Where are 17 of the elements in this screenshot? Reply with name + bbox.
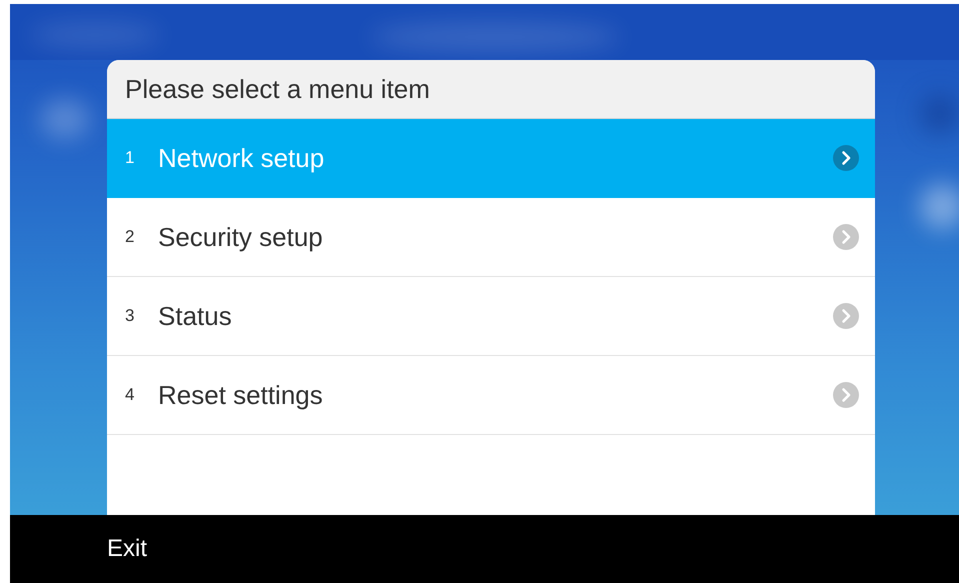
item-number: 4 bbox=[125, 385, 136, 405]
item-number: 2 bbox=[125, 227, 136, 247]
item-number: 3 bbox=[125, 306, 136, 326]
item-label: Security setup bbox=[158, 222, 324, 252]
item-label: Network setup bbox=[158, 142, 326, 174]
menu-item[interactable]: 2 Security setup bbox=[107, 198, 875, 277]
menu-item[interactable]: 3 Status bbox=[107, 277, 875, 356]
item-number: 1 bbox=[125, 148, 136, 168]
chevron-icon bbox=[833, 382, 859, 408]
item-label: Status bbox=[158, 300, 233, 332]
dialog-title: Please select a menu item bbox=[107, 60, 875, 119]
item-label: Reset settings bbox=[158, 380, 324, 410]
chevron-icon bbox=[833, 303, 859, 329]
chevron-icon bbox=[833, 145, 859, 171]
exit-button[interactable]: Exit bbox=[105, 531, 150, 567]
chevron-icon bbox=[833, 224, 859, 250]
menu-item[interactable]: 4 Reset settings bbox=[107, 356, 875, 435]
